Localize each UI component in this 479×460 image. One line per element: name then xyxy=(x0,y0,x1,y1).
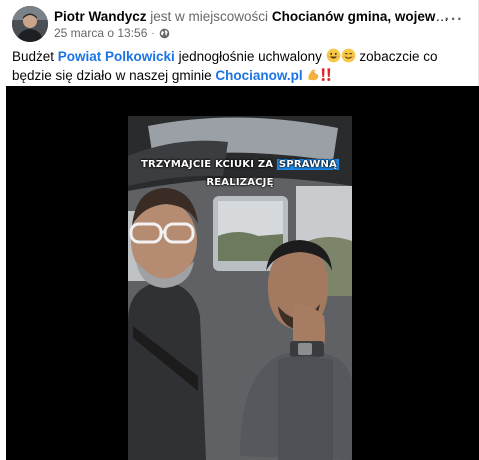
post-header: Piotr Wandycz jest w miejscowości Chocia… xyxy=(12,6,468,42)
caption-line-1-plain: TRZYMAJCIE KCIUKI ZA xyxy=(141,159,277,170)
chocianow-pl-link[interactable]: Chocianow.pl xyxy=(215,68,302,83)
video-frame[interactable]: TRZYMAJCIE KCIUKI ZA SPRAWNĄ REALIZACJĘ xyxy=(128,116,352,460)
video-caption: TRZYMAJCIE KCIUKI ZA SPRAWNĄ REALIZACJĘ xyxy=(128,154,352,190)
meta-separator: · xyxy=(151,28,155,39)
author-line: Piotr Wandycz jest w miejscowości Chocia… xyxy=(54,8,454,25)
globe-icon xyxy=(159,28,170,39)
post-timestamp[interactable]: 25 marca o 13:56 xyxy=(54,26,147,41)
post-body-text: Budżet Powiat Polkowicki jednogłośnie uc… xyxy=(12,47,468,85)
grinning-face-emoji xyxy=(341,48,356,63)
post-text-part: Budżet xyxy=(12,49,58,64)
author-name-link[interactable]: Piotr Wandycz xyxy=(54,9,147,24)
caption-line-2: REALIZACJĘ xyxy=(206,177,274,188)
flexed-biceps-emoji xyxy=(308,69,319,81)
location-link[interactable]: Chocianów gmina, województwo ... xyxy=(272,9,454,24)
author-avatar[interactable] xyxy=(12,6,48,42)
video-player[interactable]: TRZYMAJCIE KCIUKI ZA SPRAWNĄ REALIZACJĘ xyxy=(6,86,479,460)
avatar-photo xyxy=(12,6,48,42)
location-connector: jest w miejscowości xyxy=(150,9,269,24)
grinning-face-emoji xyxy=(326,48,341,63)
caption-line-1: TRZYMAJCIE KCIUKI ZA SPRAWNĄ xyxy=(141,158,339,171)
facebook-post: Piotr Wandycz jest w miejscowości Chocia… xyxy=(0,0,479,460)
post-meta: 25 marca o 13:56 · xyxy=(54,26,170,41)
more-options-icon: ··· xyxy=(444,11,464,28)
post-text-part: jednogłośnie uchwalony xyxy=(174,49,326,64)
more-options-button[interactable]: ··· xyxy=(440,6,468,34)
double-exclamation-emoji xyxy=(322,68,331,81)
powiat-polkowicki-link[interactable]: Powiat Polkowicki xyxy=(58,49,175,64)
caption-line-1-highlight: SPRAWNĄ xyxy=(276,159,339,170)
